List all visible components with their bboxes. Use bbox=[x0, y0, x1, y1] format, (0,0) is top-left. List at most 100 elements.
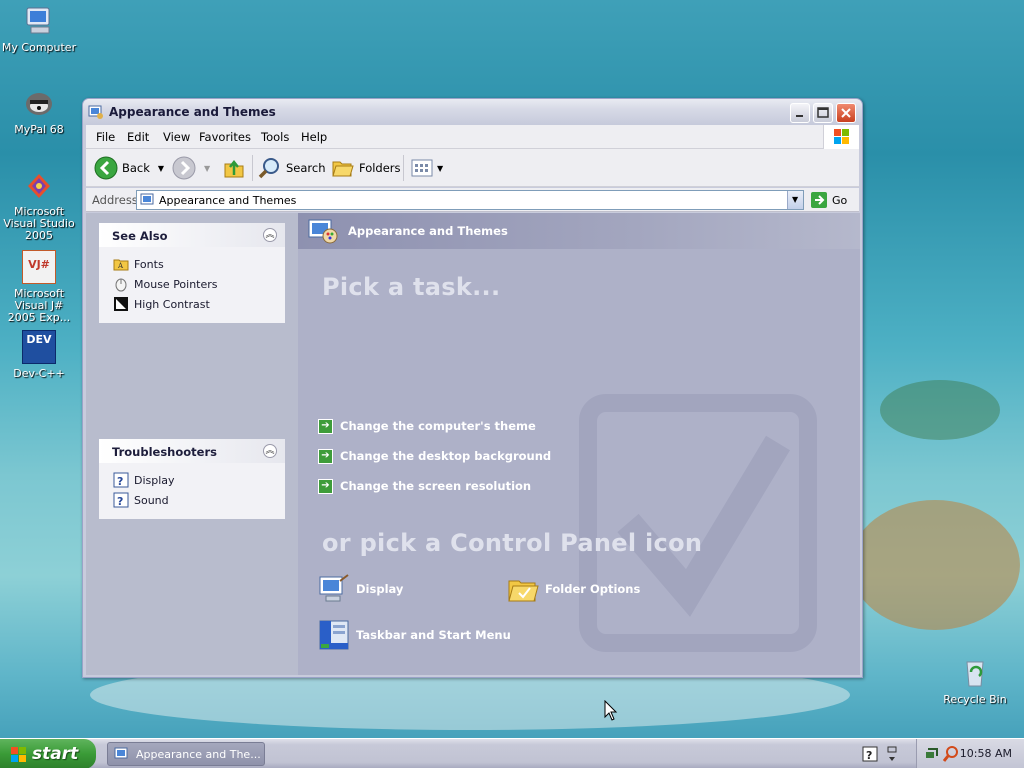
taskbar: start Appearance and The... ? 10:58 AM bbox=[0, 738, 1024, 768]
folders-icon bbox=[332, 161, 354, 177]
task-arrow-icon: ➔ bbox=[318, 448, 333, 464]
see-also-item-mouse-pointers[interactable]: Mouse Pointers bbox=[113, 275, 218, 293]
task-change-background[interactable]: ➔ Change the desktop background bbox=[318, 447, 551, 465]
menu-view[interactable]: View bbox=[163, 130, 190, 144]
menu-tools[interactable]: Tools bbox=[261, 130, 289, 144]
desktop-icon-label: Dev-C++ bbox=[13, 367, 65, 380]
task-change-resolution[interactable]: ➔ Change the screen resolution bbox=[318, 477, 531, 495]
mypal-icon bbox=[22, 86, 56, 120]
search-label: Search bbox=[286, 161, 326, 175]
task-label: Change the desktop background bbox=[340, 449, 552, 463]
minimize-icon bbox=[796, 115, 803, 117]
up-folder-button[interactable] bbox=[222, 154, 246, 182]
collapse-icon[interactable]: ︽ bbox=[263, 228, 277, 242]
troubleshooters-title: Troubleshooters bbox=[112, 445, 217, 459]
task-change-theme[interactable]: ➔ Change the computer's theme bbox=[318, 417, 536, 435]
toolbar-separator bbox=[403, 155, 404, 181]
task-label: Change the computer's theme bbox=[340, 419, 536, 433]
windows-logo-icon bbox=[823, 125, 859, 149]
back-button[interactable]: Back ▼ bbox=[94, 154, 164, 182]
desktop-icon-visual-jsharp[interactable]: VJ# Microsoft Visual J# 2005 Exp... bbox=[0, 250, 78, 324]
taskbar-window-label: Appearance and The... bbox=[136, 747, 261, 761]
views-button[interactable]: ▼ bbox=[410, 154, 443, 182]
troubleshooter-item-sound[interactable]: ? Sound bbox=[113, 491, 169, 509]
close-icon bbox=[841, 108, 851, 118]
desktop-icon-visual-studio[interactable]: Microsoft Visual Studio 2005 bbox=[0, 168, 78, 242]
menu-favorites[interactable]: Favorites bbox=[199, 130, 251, 144]
my-computer-icon bbox=[22, 4, 56, 38]
folders-button[interactable]: Folders bbox=[331, 154, 401, 182]
troubleshooter-item-display[interactable]: ? Display bbox=[113, 471, 175, 489]
troubleshooters-header[interactable]: Troubleshooters ︽ bbox=[99, 439, 285, 463]
task-pane: See Also ︽ A Fonts Mouse Pointers High C… bbox=[86, 213, 298, 675]
see-also-header[interactable]: See Also ︽ bbox=[99, 223, 285, 247]
help-icon: ? bbox=[113, 472, 129, 488]
chevron-down-icon[interactable]: ▼ bbox=[158, 164, 164, 173]
svg-text:A: A bbox=[117, 262, 124, 270]
forward-button[interactable]: ▼ bbox=[172, 154, 210, 182]
desktop-icon-my-computer[interactable]: My Computer bbox=[0, 4, 78, 54]
back-label: Back bbox=[122, 161, 150, 175]
menu-edit[interactable]: Edit bbox=[127, 130, 149, 144]
address-dropdown-button[interactable]: ▼ bbox=[787, 191, 803, 209]
help-icon[interactable]: ? bbox=[862, 746, 878, 762]
explorer-window: Appearance and Themes File Edit View Fav… bbox=[82, 98, 863, 678]
start-button[interactable]: start bbox=[0, 739, 96, 768]
control-panel-icon bbox=[114, 747, 128, 758]
minimize-button[interactable] bbox=[790, 103, 810, 123]
folders-label: Folders bbox=[359, 161, 401, 175]
maximize-icon bbox=[817, 107, 829, 118]
views-icon bbox=[411, 159, 433, 177]
system-tray: 10:58 AM bbox=[916, 739, 1024, 768]
fonts-folder-icon: A bbox=[113, 259, 129, 271]
maximize-button[interactable] bbox=[813, 103, 833, 123]
desktop-icon-label: MyPal 68 bbox=[14, 123, 64, 136]
taskbar-start-menu-icon bbox=[319, 620, 349, 650]
toolbar: Back ▼ ▼ Search Folders ▼ bbox=[86, 149, 859, 187]
pick-task-heading: Pick a task... bbox=[322, 273, 501, 301]
devcpp-icon: DEV bbox=[22, 330, 56, 364]
content-pane: Appearance and Themes Pick a task... ➔ C… bbox=[298, 213, 860, 675]
address-bar: Address Appearance and Themes ▼ Go bbox=[86, 188, 859, 212]
desktop-icon-label: Microsoft Visual Studio 2005 bbox=[3, 205, 75, 242]
see-also-item-high-contrast[interactable]: High Contrast bbox=[113, 295, 210, 313]
menu-help[interactable]: Help bbox=[301, 130, 327, 144]
desktop-icon-label: Microsoft Visual J# 2005 Exp... bbox=[7, 287, 71, 324]
close-button[interactable] bbox=[836, 103, 856, 123]
appearance-themes-icon bbox=[308, 219, 338, 244]
go-label: Go bbox=[832, 193, 848, 207]
cp-icon-display[interactable]: Display bbox=[318, 573, 403, 605]
recycle-bin-icon bbox=[958, 656, 992, 690]
chevron-down-icon[interactable]: ▼ bbox=[204, 164, 210, 173]
see-also-item-fonts[interactable]: A Fonts bbox=[113, 255, 164, 273]
cp-icon-taskbar-start-menu[interactable]: Taskbar and Start Menu bbox=[318, 619, 511, 651]
toolbar-separator bbox=[252, 155, 253, 181]
desktop-icon-mypal[interactable]: MyPal 68 bbox=[0, 86, 78, 136]
troubleshooter-label: Display bbox=[134, 473, 175, 487]
collapse-icon[interactable]: ︽ bbox=[263, 444, 277, 458]
cp-icon-folder-options[interactable]: Folder Options bbox=[507, 573, 640, 605]
see-also-label: Fonts bbox=[134, 257, 164, 271]
window-title: Appearance and Themes bbox=[109, 105, 276, 119]
svg-text:?: ? bbox=[117, 475, 123, 488]
mouse-cursor-icon bbox=[604, 700, 618, 721]
address-input[interactable]: Appearance and Themes ▼ bbox=[136, 190, 804, 210]
network-icon[interactable] bbox=[925, 746, 941, 762]
desktop-icon-devcpp[interactable]: DEV Dev-C++ bbox=[0, 330, 78, 380]
search-icon[interactable] bbox=[943, 746, 959, 762]
visual-studio-icon bbox=[22, 168, 56, 202]
menu-file[interactable]: File bbox=[96, 130, 115, 144]
cp-icon-label: Display bbox=[356, 582, 404, 596]
chevron-down-icon[interactable]: ▼ bbox=[437, 164, 443, 173]
desktop-icon-recycle-bin[interactable]: Recycle Bin bbox=[936, 656, 1014, 706]
go-button[interactable]: Go bbox=[810, 190, 847, 210]
folder-options-icon bbox=[508, 580, 539, 602]
address-value: Appearance and Themes bbox=[159, 194, 297, 207]
language-bar-icon[interactable] bbox=[886, 744, 898, 764]
taskbar-window-button[interactable]: Appearance and The... bbox=[107, 742, 265, 766]
title-bar[interactable]: Appearance and Themes bbox=[83, 99, 862, 125]
chevron-down-icon: ▼ bbox=[792, 195, 799, 204]
search-button[interactable]: Search bbox=[258, 154, 326, 182]
vj-badge: VJ# bbox=[28, 258, 50, 271]
see-also-label: Mouse Pointers bbox=[134, 277, 218, 291]
